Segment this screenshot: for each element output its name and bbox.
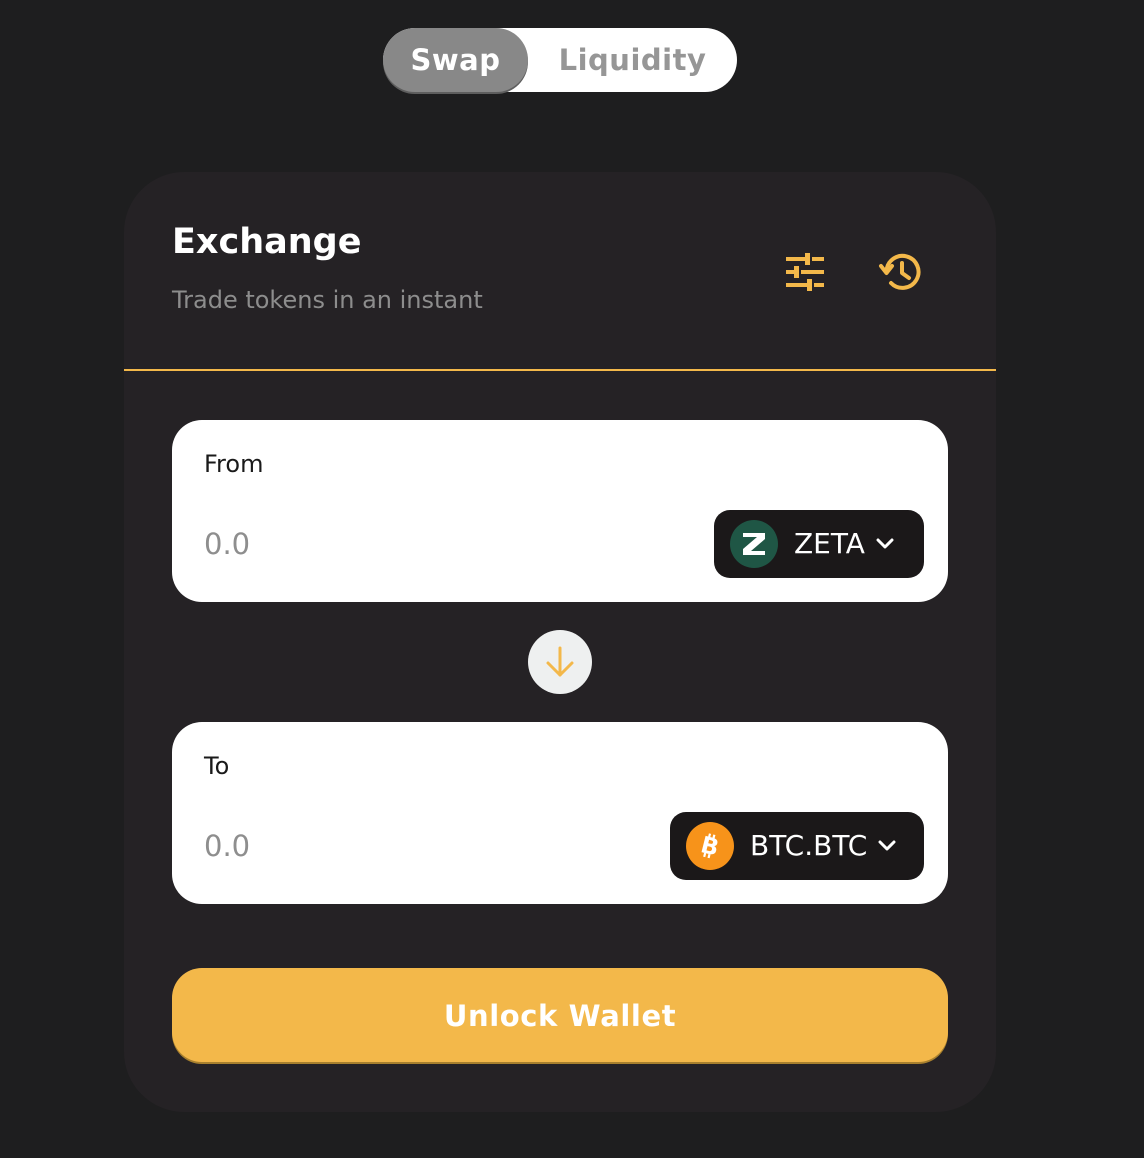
from-panel: From ZETA: [172, 420, 948, 602]
to-token-select[interactable]: B BTC.BTC: [670, 812, 924, 880]
to-token-symbol: BTC.BTC: [750, 829, 868, 862]
tab-swap[interactable]: Swap: [383, 28, 528, 92]
arrow-down-icon: [546, 646, 574, 677]
exchange-subtitle: Trade tokens in an instant: [172, 286, 483, 314]
to-label: To: [204, 752, 230, 780]
chevron-down-icon: [877, 839, 897, 853]
from-label: From: [204, 450, 264, 478]
history-button[interactable]: [876, 248, 924, 296]
from-token-symbol: ZETA: [794, 527, 865, 560]
exchange-title: Exchange: [172, 222, 362, 262]
settings-sliders-icon: [786, 253, 824, 291]
from-token-select[interactable]: ZETA: [714, 510, 924, 578]
switch-direction-button[interactable]: [528, 630, 592, 694]
from-amount-input[interactable]: [204, 520, 504, 568]
zeta-logo-icon: [730, 520, 778, 568]
header-divider: [124, 369, 996, 371]
to-amount-input[interactable]: [204, 822, 504, 870]
swap-liquidity-toggle: Swap Liquidity: [383, 28, 737, 92]
tab-liquidity[interactable]: Liquidity: [528, 28, 737, 92]
unlock-wallet-button[interactable]: Unlock Wallet: [172, 968, 948, 1062]
exchange-card: Exchange Trade tokens in an instant From…: [124, 172, 996, 1112]
settings-button[interactable]: [780, 248, 828, 296]
chevron-down-icon: [875, 537, 895, 551]
bitcoin-logo-icon: B: [686, 822, 734, 870]
to-panel: To B BTC.BTC: [172, 722, 948, 904]
history-icon: [879, 253, 921, 290]
